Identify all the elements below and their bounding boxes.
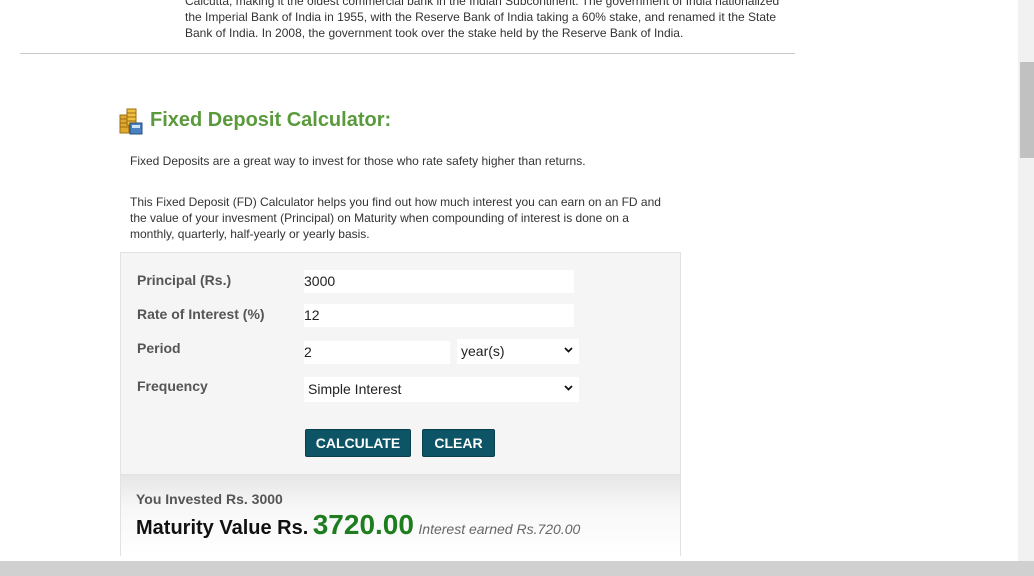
maturity-line: Maturity Value Rs. 3720.00 Interest earn…: [136, 509, 580, 541]
principal-input[interactable]: 3000: [304, 270, 574, 293]
period-value: 2: [304, 344, 312, 360]
rate-label: Rate of Interest (%): [137, 306, 265, 322]
calculator-panel: Principal (Rs.) 3000 Rate of Interest (%…: [120, 252, 681, 556]
calculate-button[interactable]: CALCULATE: [305, 429, 411, 457]
calculator-explanation: This Fixed Deposit (FD) Calculator helps…: [130, 195, 661, 241]
principal-value: 3000: [304, 273, 336, 289]
interest-earned: Interest earned Rs.720.00: [418, 521, 581, 537]
frequency-value: Simple Interest: [308, 381, 402, 397]
section-divider: [20, 53, 795, 54]
intro-line-2: the Imperial Bank of India in 1955, with…: [185, 10, 777, 24]
rate-input[interactable]: 12: [304, 304, 574, 327]
frequency-label: Frequency: [137, 378, 208, 394]
horizontal-scrollbar[interactable]: [0, 561, 1034, 576]
period-unit-value: year(s): [461, 343, 505, 359]
invested-amount: You Invested Rs. 3000: [136, 491, 283, 507]
maturity-value: 3720.00: [312, 509, 414, 540]
clear-button[interactable]: CLEAR: [422, 429, 495, 457]
chevron-down-icon: [564, 347, 573, 353]
result-panel: You Invested Rs. 3000 Maturity Value Rs.…: [121, 474, 680, 556]
coins-calculator-icon: [119, 108, 143, 135]
frequency-select[interactable]: Simple Interest: [304, 377, 579, 402]
rate-value: 12: [304, 307, 320, 323]
period-input[interactable]: 2: [304, 341, 450, 364]
vertical-scrollbar-thumb[interactable]: [1020, 62, 1034, 158]
period-unit-select[interactable]: year(s): [457, 339, 579, 364]
calculator-title: Fixed Deposit Calculator:: [150, 109, 392, 131]
chevron-down-icon: [564, 385, 573, 391]
principal-label: Principal (Rs.): [137, 272, 232, 288]
maturity-label: Maturity Value Rs.: [136, 517, 309, 539]
intro-line-3: Bank of India. In 2008, the government t…: [185, 26, 684, 40]
calculator-description: Fixed Deposits are a great way to invest…: [130, 154, 586, 168]
intro-line-1: Calcutta, making it the oldest commercia…: [185, 0, 780, 8]
period-label: Period: [137, 340, 181, 356]
intro-paragraph: Calcutta, making it the oldest commercia…: [185, 0, 790, 41]
